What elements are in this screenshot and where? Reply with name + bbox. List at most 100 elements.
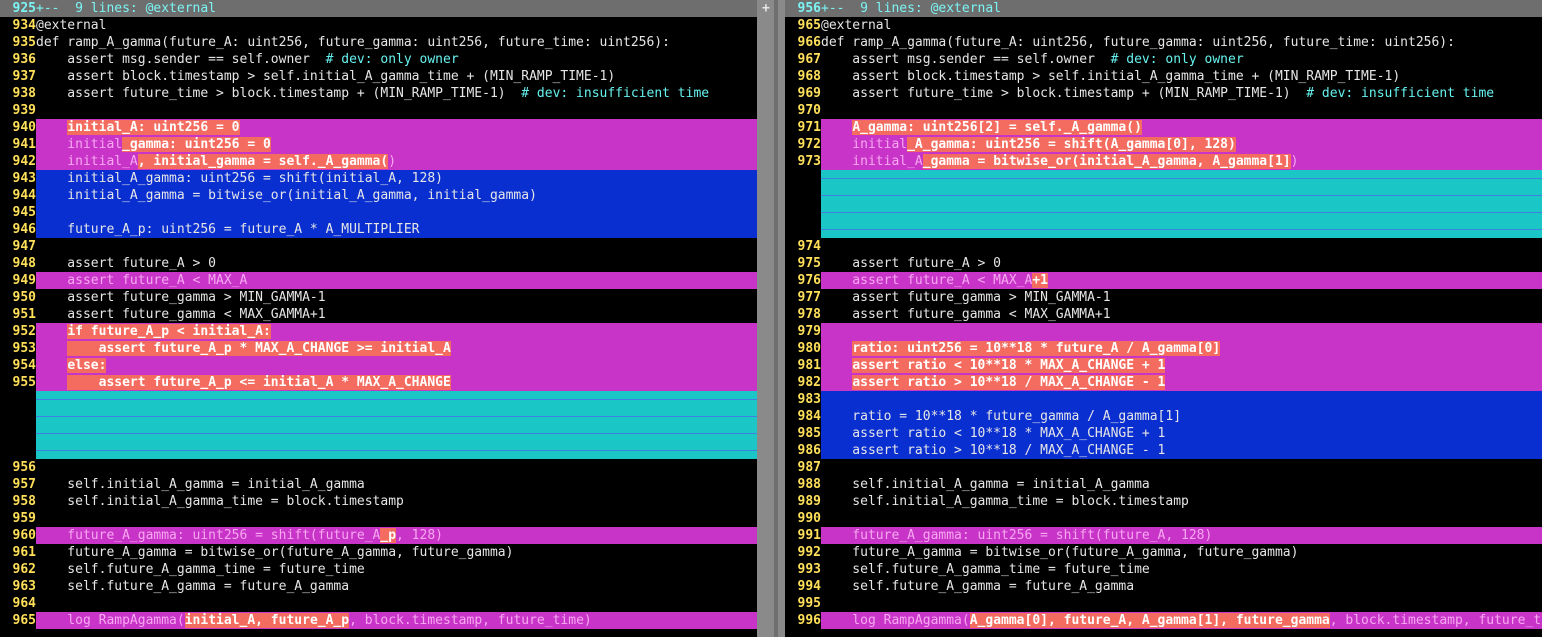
code-line[interactable]: 934 @external <box>0 17 757 34</box>
code-line[interactable]: 995 <box>785 595 1542 612</box>
code-line[interactable] <box>785 221 1542 238</box>
code-line[interactable]: 951 assert future_gamma < MAX_GAMMA+1 <box>0 306 757 323</box>
code-text: self.initial_A_gamma_time = block.timest… <box>36 494 404 509</box>
code-line[interactable]: 970 <box>785 102 1542 119</box>
right-diff-pane[interactable]: 956 +-- 9 lines: @external 965 @external 9… <box>785 0 1542 637</box>
code-line[interactable]: 967 assert msg.sender == self.owner # de… <box>785 51 1542 68</box>
code-text: self.future_A_gamma_time = future_time <box>36 562 365 577</box>
code-line[interactable]: 957 self.initial_A_gamma = initial_A_gam… <box>0 476 757 493</box>
code-line[interactable]: 964 <box>0 595 757 612</box>
code-line[interactable]: 953 assert future_A_p * MAX_A_CHANGE >= … <box>0 340 757 357</box>
code-line[interactable]: 963 self.future_A_gamma = future_A_gamma <box>0 578 757 595</box>
code-line[interactable] <box>785 187 1542 204</box>
code-line[interactable]: 960 future_A_gamma: uint256 = shift(futu… <box>0 527 757 544</box>
code-line[interactable]: 962 self.future_A_gamma_time = future_ti… <box>0 561 757 578</box>
code-line[interactable]: 946 future_A_p: uint256 = future_A * A_M… <box>0 221 757 238</box>
fold-line[interactable]: 925 +-- 9 lines: @external <box>0 0 757 17</box>
code-line[interactable]: 935 def ramp_A_gamma(future_A: uint256, f… <box>0 34 757 51</box>
code-line[interactable]: 949 assert future_A < MAX_A <box>0 272 757 289</box>
code-line[interactable]: 945 <box>0 204 757 221</box>
code-line[interactable]: 950 assert future_gamma > MIN_GAMMA-1 <box>0 289 757 306</box>
code-line[interactable]: 943 initial_A_gamma: uint256 = shift(ini… <box>0 170 757 187</box>
code-line[interactable]: 973 initial_A_gamma = bitwise_or(initial… <box>785 153 1542 170</box>
code-line[interactable]: 979 <box>785 323 1542 340</box>
code-line[interactable] <box>785 204 1542 221</box>
line-code <box>821 510 1542 527</box>
code-line[interactable]: 972 initial_A_gamma: uint256 = shift(A_g… <box>785 136 1542 153</box>
pane-divider[interactable]: + <box>757 0 785 637</box>
code-line[interactable]: 941 initial_gamma: uint256 = 0 <box>0 136 757 153</box>
code-line[interactable] <box>0 442 757 459</box>
line-number: 985 <box>797 426 821 441</box>
code-line[interactable]: 940 initial_A: uint256 = 0 <box>0 119 757 136</box>
code-text: assert msg.sender == self.owner <box>36 52 326 67</box>
line-code: self.initial_A_gamma_time = block.timest… <box>821 493 1542 510</box>
code-line[interactable]: 939 <box>0 102 757 119</box>
code-line[interactable]: 996 log RampAgamma(A_gamma[0], future_A,… <box>785 612 1542 629</box>
line-code: future_A_gamma = bitwise_or(future_A_gam… <box>36 544 757 561</box>
code-line[interactable]: 986 assert ratio > 10**18 / MAX_A_CHANGE… <box>785 442 1542 459</box>
code-line[interactable]: 991 future_A_gamma: uint256 = shift(futu… <box>785 527 1542 544</box>
code-line[interactable]: 992 future_A_gamma = bitwise_or(future_A… <box>785 544 1542 561</box>
code-line[interactable]: 983 <box>785 391 1542 408</box>
code-line[interactable]: 966 def ramp_A_gamma(future_A: uint256, f… <box>785 34 1542 51</box>
code-line[interactable]: 985 assert ratio < 10**18 * MAX_A_CHANGE… <box>785 425 1542 442</box>
code-line[interactable]: 993 self.future_A_gamma_time = future_ti… <box>785 561 1542 578</box>
left-diff-pane[interactable]: 925 +-- 9 lines: @external 934 @external 9… <box>0 0 757 637</box>
line-code: A_gamma: uint256[2] = self._A_gamma() <box>821 119 1542 136</box>
code-line[interactable]: 938 assert future_time > block.timestamp… <box>0 85 757 102</box>
code-line[interactable]: 937 assert block.timestamp > self.initia… <box>0 68 757 85</box>
changed-text: assert future_A_p <= initial_A * MAX_A_C… <box>67 375 451 390</box>
line-code <box>36 442 757 459</box>
line-number: 953 <box>12 341 36 356</box>
code-line[interactable] <box>0 408 757 425</box>
code-line[interactable]: 956 <box>0 459 757 476</box>
code-line[interactable]: 988 self.initial_A_gamma = initial_A_gam… <box>785 476 1542 493</box>
code-line[interactable]: 968 assert block.timestamp > self.initia… <box>785 68 1542 85</box>
code-line[interactable]: 978 assert future_gamma < MAX_GAMMA+1 <box>785 306 1542 323</box>
code-line[interactable]: 975 assert future_A > 0 <box>785 255 1542 272</box>
code-line[interactable]: 984 ratio = 10**18 * future_gamma / A_ga… <box>785 408 1542 425</box>
code-line[interactable]: 987 <box>785 459 1542 476</box>
code-line[interactable]: 965 log RampAgamma(initial_A, future_A_p… <box>0 612 757 629</box>
code-line[interactable]: 982 assert ratio > 10**18 / MAX_A_CHANGE… <box>785 374 1542 391</box>
code-line[interactable] <box>0 391 757 408</box>
code-line[interactable]: 958 self.initial_A_gamma_time = block.ti… <box>0 493 757 510</box>
code-line[interactable]: 954 else: <box>0 357 757 374</box>
line-code <box>36 425 757 442</box>
code-line[interactable] <box>0 425 757 442</box>
code-line[interactable]: 980 ratio: uint256 = 10**18 * future_A /… <box>785 340 1542 357</box>
code-line[interactable]: 976 assert future_A < MAX_A+1 <box>785 272 1542 289</box>
code-line[interactable]: 994 self.future_A_gamma = future_A_gamma <box>785 578 1542 595</box>
code-line[interactable]: 981 assert ratio < 10**18 * MAX_A_CHANGE… <box>785 357 1542 374</box>
fold-line[interactable]: 956 +-- 9 lines: @external <box>785 0 1542 17</box>
line-number: 982 <box>797 375 821 390</box>
code-line[interactable]: 947 <box>0 238 757 255</box>
line-number <box>785 187 821 204</box>
code-line[interactable] <box>785 170 1542 187</box>
code-line[interactable]: 977 assert future_gamma > MIN_GAMMA-1 <box>785 289 1542 306</box>
code-line[interactable]: 942 initial_A, initial_gamma = self._A_g… <box>0 153 757 170</box>
code-line[interactable]: 969 assert future_time > block.timestamp… <box>785 85 1542 102</box>
code-line[interactable]: 965 @external <box>785 17 1542 34</box>
line-number: 984 <box>797 409 821 424</box>
code-line[interactable]: 955 assert future_A_p <= initial_A * MAX… <box>0 374 757 391</box>
line-number: 952 <box>12 324 36 339</box>
code-line[interactable]: 959 <box>0 510 757 527</box>
code-line[interactable]: 974 <box>785 238 1542 255</box>
code-line[interactable]: 952 if future_A_p < initial_A: <box>0 323 757 340</box>
line-number: 936 <box>12 52 36 67</box>
code-line[interactable]: 990 <box>785 510 1542 527</box>
line-code: self.future_A_gamma_time = future_time <box>821 561 1542 578</box>
line-code: self.future_A_gamma_time = future_time <box>36 561 757 578</box>
code-line[interactable]: 948 assert future_A > 0 <box>0 255 757 272</box>
line-number: 989 <box>797 494 821 509</box>
code-line[interactable]: 944 initial_A_gamma = bitwise_or(initial… <box>0 187 757 204</box>
code-line[interactable]: 989 self.initial_A_gamma_time = block.ti… <box>785 493 1542 510</box>
code-line[interactable]: 971 A_gamma: uint256[2] = self._A_gamma(… <box>785 119 1542 136</box>
line-number: 972 <box>797 137 821 152</box>
code-line[interactable]: 961 future_A_gamma = bitwise_or(future_A… <box>0 544 757 561</box>
comment-text: # dev: only owner <box>1110 52 1244 67</box>
code-text: future_A_p: uint256 = future_A * A_MULTI… <box>36 222 420 237</box>
code-line[interactable]: 936 assert msg.sender == self.owner # de… <box>0 51 757 68</box>
